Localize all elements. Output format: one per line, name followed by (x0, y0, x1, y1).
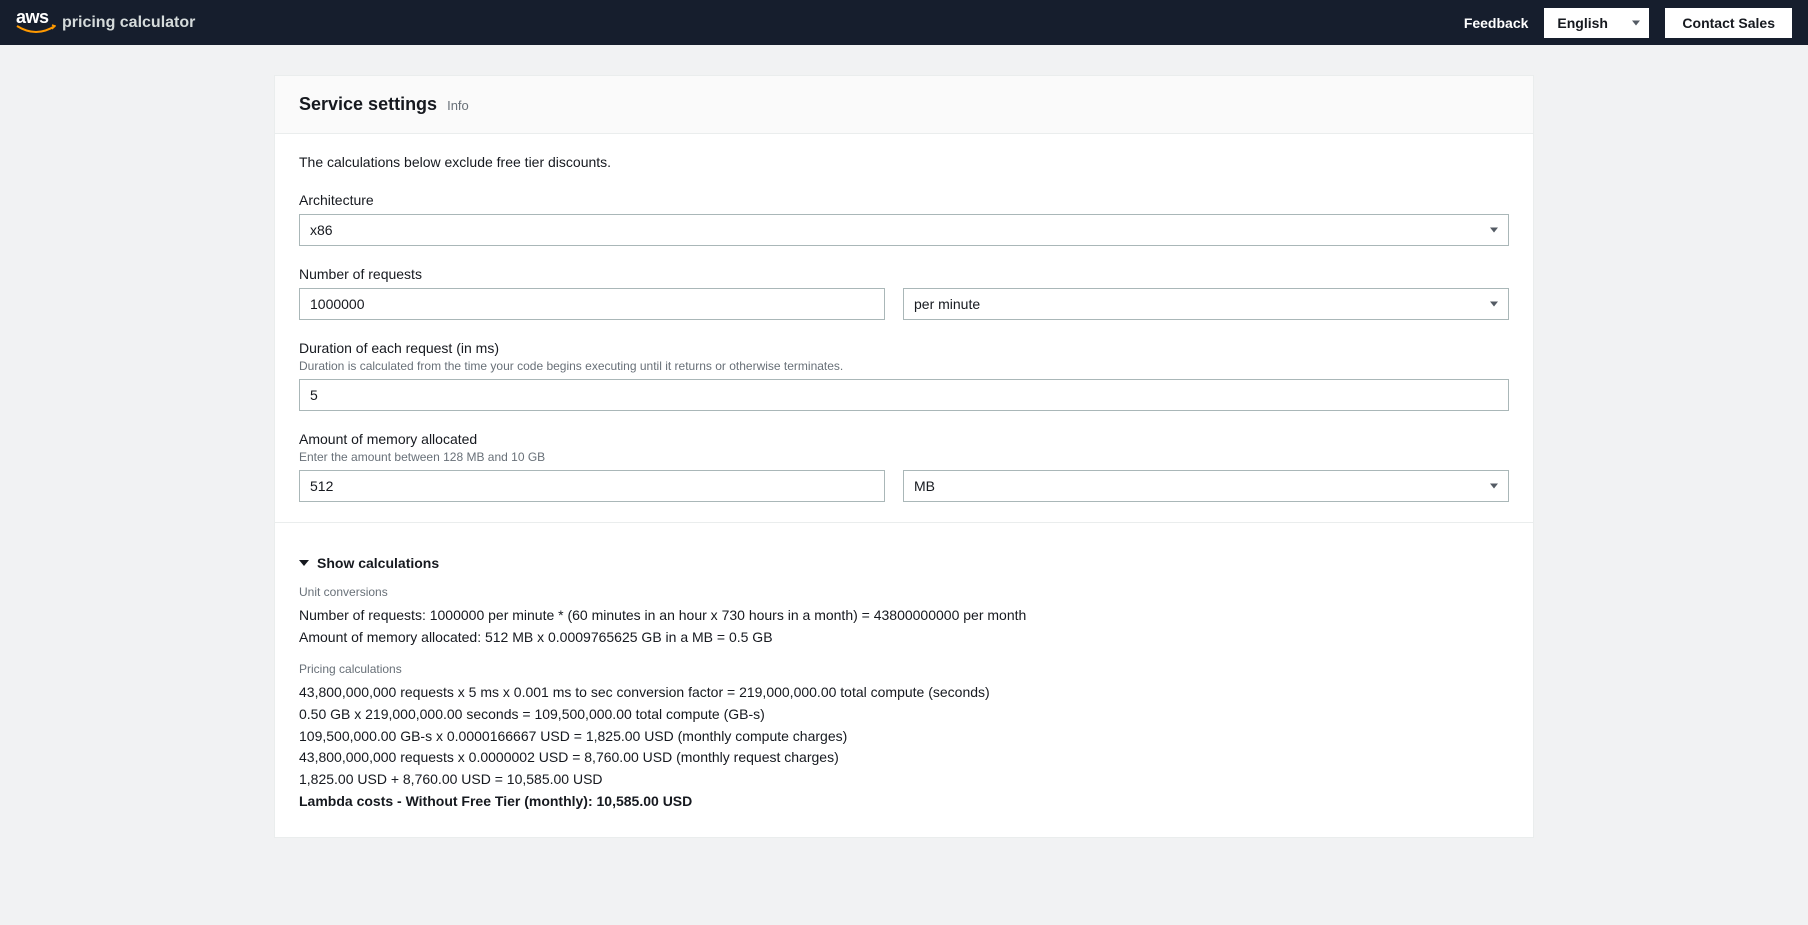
memory-input[interactable] (299, 470, 885, 502)
unit-conversions-label: Unit conversions (299, 585, 1509, 599)
product-name: pricing calculator (62, 14, 195, 32)
duration-hint: Duration is calculated from the time you… (299, 359, 1509, 373)
memory-label: Amount of memory allocated (299, 431, 1509, 447)
pricing-line: 43,800,000,000 requests x 5 ms x 0.001 m… (299, 682, 1509, 704)
architecture-select[interactable]: x86 (299, 214, 1509, 246)
pricing-line: 1,825.00 USD + 8,760.00 USD = 10,585.00 … (299, 769, 1509, 791)
contact-sales-button[interactable]: Contact Sales (1665, 8, 1792, 38)
architecture-label: Architecture (299, 192, 1509, 208)
pricing-calculations-label: Pricing calculations (299, 662, 1509, 676)
duration-group: Duration of each request (in ms) Duratio… (299, 340, 1509, 411)
chevron-down-icon (1632, 20, 1640, 25)
aws-logo[interactable]: aws pricing calculator (16, 7, 195, 38)
pricing-line: 0.50 GB x 219,000,000.00 seconds = 109,5… (299, 704, 1509, 726)
requests-input[interactable] (299, 288, 885, 320)
section-body: The calculations below exclude free tier… (275, 134, 1533, 837)
requests-group: Number of requests per minute (299, 266, 1509, 320)
divider (275, 522, 1533, 539)
requests-period-select[interactable]: per minute (903, 288, 1509, 320)
unit-conversion-line: Amount of memory allocated: 512 MB x 0.0… (299, 627, 1509, 649)
show-calculations-toggle[interactable]: Show calculations (299, 555, 1509, 571)
free-tier-notice: The calculations below exclude free tier… (299, 154, 1509, 170)
chevron-down-icon (1490, 228, 1498, 233)
duration-label: Duration of each request (in ms) (299, 340, 1509, 356)
main-panel: Service settings Info The calculations b… (274, 75, 1534, 838)
feedback-link[interactable]: Feedback (1464, 15, 1529, 31)
header-left: aws pricing calculator (16, 7, 195, 38)
memory-group: Amount of memory allocated Enter the amo… (299, 431, 1509, 502)
architecture-value: x86 (310, 222, 1478, 238)
section-header: Service settings Info (275, 76, 1533, 134)
chevron-down-icon (1490, 302, 1498, 307)
lambda-total: Lambda costs - Without Free Tier (monthl… (299, 791, 1509, 813)
memory-unit-value: MB (914, 478, 1478, 494)
top-header: aws pricing calculator Feedback English … (0, 0, 1808, 45)
architecture-group: Architecture x86 (299, 192, 1509, 246)
pricing-line: 43,800,000,000 requests x 0.0000002 USD … (299, 747, 1509, 769)
requests-label: Number of requests (299, 266, 1509, 282)
section-title: Service settings (299, 94, 437, 115)
language-select-value: English (1557, 15, 1608, 31)
info-link[interactable]: Info (447, 98, 469, 113)
aws-smile-icon (16, 24, 56, 38)
memory-unit-select[interactable]: MB (903, 470, 1509, 502)
requests-period-value: per minute (914, 296, 1478, 312)
header-right: Feedback English Contact Sales (1464, 8, 1792, 38)
language-select[interactable]: English (1544, 8, 1649, 38)
chevron-down-icon (1490, 484, 1498, 489)
show-calculations-label: Show calculations (317, 555, 439, 571)
memory-hint: Enter the amount between 128 MB and 10 G… (299, 450, 1509, 464)
unit-conversion-line: Number of requests: 1000000 per minute *… (299, 605, 1509, 627)
pricing-line: 109,500,000.00 GB-s x 0.0000166667 USD =… (299, 726, 1509, 748)
duration-input[interactable] (299, 379, 1509, 411)
chevron-down-icon (299, 560, 309, 566)
